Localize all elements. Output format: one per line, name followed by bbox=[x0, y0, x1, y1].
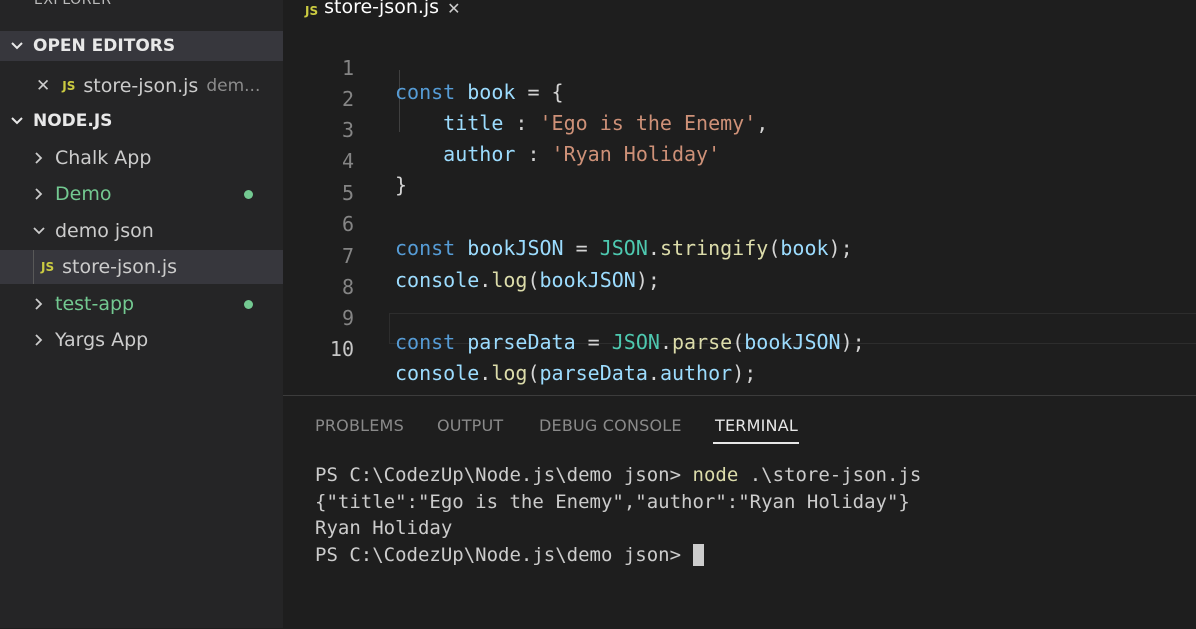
code-text: console.log(parseData.author); bbox=[395, 361, 757, 385]
chevron-right-icon bbox=[32, 151, 46, 165]
tab-label: store-json.js bbox=[324, 0, 440, 18]
bottom-panel: PROBLEMS OUTPUT DEBUG CONSOLE TERMINAL P… bbox=[283, 395, 1196, 629]
explorer-title: EXPLORER bbox=[34, 0, 112, 8]
open-editor-folder: dem... bbox=[206, 76, 261, 96]
chevron-right-icon bbox=[32, 297, 46, 311]
tab-debug-console[interactable]: DEBUG CONSOLE bbox=[539, 416, 682, 435]
tree-item-label: test-app bbox=[55, 293, 135, 315]
close-icon[interactable]: ✕ bbox=[447, 0, 460, 18]
code-line: 9 const parseData = JSON.parse(bookJSON)… bbox=[283, 282, 1196, 354]
active-tab-indicator bbox=[713, 442, 799, 444]
terminal-prompt: PS C:\CodezUp\Node.js\demo json> bbox=[315, 464, 693, 486]
code-line: 7 console.log(bookJSON); bbox=[283, 220, 1196, 292]
tree-item-label: store-json.js bbox=[62, 256, 178, 278]
tree-item-label: Yargs App bbox=[55, 329, 149, 351]
project-folder-header[interactable]: NODE.JS bbox=[0, 106, 283, 136]
code-line: 3 author : 'Ryan Holiday' bbox=[283, 94, 1196, 166]
terminal-line: PS C:\CodezUp\Node.js\demo json> bbox=[315, 544, 921, 571]
git-status-dot bbox=[244, 189, 253, 199]
code-line: 5 bbox=[283, 157, 1196, 205]
code-line: 1 const book = { bbox=[283, 32, 1196, 104]
line-number: 10 bbox=[329, 337, 354, 361]
tree-item-chalk-app[interactable]: Chalk App bbox=[0, 141, 283, 175]
tree-item-demo[interactable]: Demo bbox=[0, 177, 283, 211]
code-editor[interactable]: 1 const book = { 2 title : 'Ego is the E… bbox=[283, 30, 1196, 395]
tree-item-demo-json[interactable]: demo json bbox=[0, 214, 283, 248]
tree-item-test-app[interactable]: test-app bbox=[0, 287, 283, 321]
tree-item-yargs-app[interactable]: Yargs App bbox=[0, 323, 283, 357]
tab-problems[interactable]: PROBLEMS bbox=[315, 416, 404, 435]
tree-indent-guide bbox=[33, 250, 34, 284]
open-editor-filename: store-json.js bbox=[83, 75, 199, 97]
code-line: 8 bbox=[283, 251, 1196, 299]
js-file-icon: JS bbox=[41, 260, 55, 274]
terminal-command: node bbox=[692, 464, 739, 486]
terminal-prompt: PS C:\CodezUp\Node.js\demo json> bbox=[315, 543, 693, 566]
tree-item-label: Chalk App bbox=[55, 147, 152, 169]
tab-output[interactable]: OUTPUT bbox=[437, 416, 503, 435]
code-line: 10 console.log(parseData.author); bbox=[283, 313, 1196, 385]
js-file-icon: JS bbox=[62, 79, 76, 93]
tab-terminal[interactable]: TERMINAL bbox=[715, 416, 798, 435]
terminal-output[interactable]: PS C:\CodezUp\Node.js\demo json> node .\… bbox=[315, 464, 921, 570]
code-line: 4 } bbox=[283, 125, 1196, 197]
terminal-line: PS C:\CodezUp\Node.js\demo json> node .\… bbox=[315, 464, 921, 491]
terminal-line: {"title":"Ego is the Enemy","author":"Ry… bbox=[315, 490, 910, 513]
open-editor-item[interactable]: ✕ JS store-json.js dem... bbox=[0, 69, 283, 103]
chevron-right-icon bbox=[32, 333, 46, 347]
explorer-sidebar: EXPLORER OPEN EDITORS ✕ JS store-json.js… bbox=[0, 0, 283, 628]
open-editors-label: OPEN EDITORS bbox=[33, 36, 176, 56]
terminal-line: Ryan Holiday bbox=[315, 517, 453, 539]
open-editors-header[interactable]: OPEN EDITORS bbox=[0, 31, 283, 61]
project-folder-label: NODE.JS bbox=[33, 111, 113, 131]
code-line: 2 title : 'Ego is the Enemy', bbox=[283, 63, 1196, 135]
terminal-cursor bbox=[692, 544, 704, 566]
chevron-down-icon bbox=[10, 39, 24, 53]
tree-item-label: Demo bbox=[55, 183, 112, 205]
code-line: 6 const bookJSON = JSON.stringify(book); bbox=[283, 188, 1196, 260]
terminal-args: .\store-json.js bbox=[738, 464, 922, 486]
chevron-down-icon bbox=[32, 224, 46, 238]
tree-item-label: demo json bbox=[55, 220, 154, 242]
chevron-right-icon bbox=[32, 187, 46, 201]
js-file-icon: JS bbox=[305, 4, 319, 18]
close-icon[interactable]: ✕ bbox=[36, 76, 50, 96]
editor-tab-store-json[interactable]: JS store-json.js ✕ bbox=[283, 0, 515, 18]
git-status-dot bbox=[244, 299, 253, 309]
tree-item-store-json[interactable]: JS store-json.js bbox=[0, 250, 283, 284]
chevron-down-icon bbox=[10, 114, 24, 128]
